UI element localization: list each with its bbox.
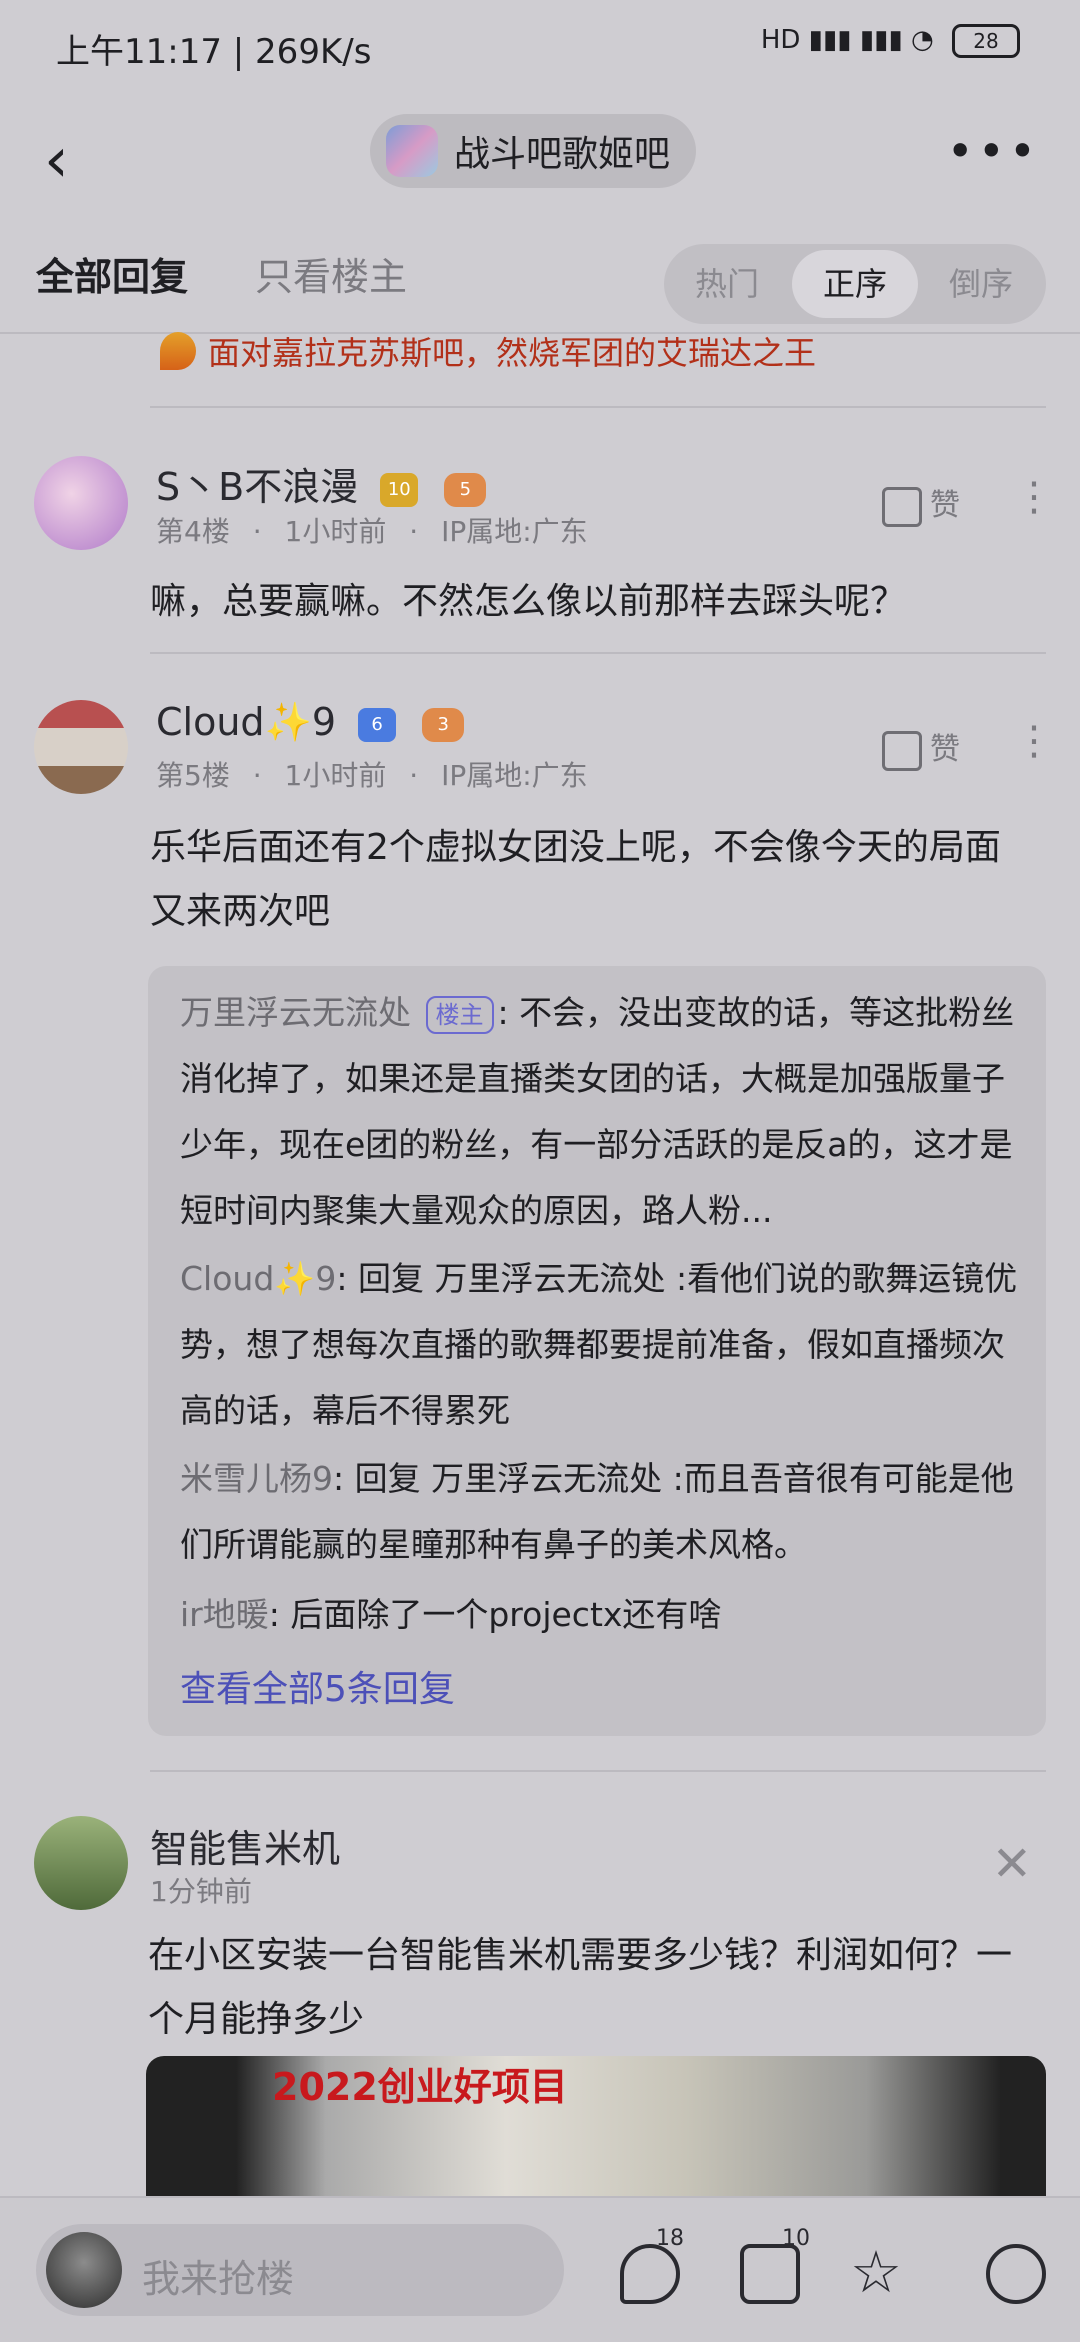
thumbs-up-icon <box>882 730 922 771</box>
time-label: 1小时前 <box>284 759 387 792</box>
share-icon[interactable] <box>986 2244 1046 2304</box>
game-badge: 5 <box>444 472 487 507</box>
post-content: 乐华后面还有2个虚拟女团没上呢，不会像今天的局面又来两次吧 <box>150 827 1001 932</box>
like-count: 10 <box>782 2226 810 2251</box>
back-icon[interactable]: ‹ <box>44 120 104 200</box>
divider <box>150 652 1046 654</box>
status-time: 上午11:17 | 269K/s <box>56 32 372 72</box>
like-button[interactable]: 赞 <box>882 724 960 771</box>
fire-icon <box>160 332 196 370</box>
username-text: S丶B不浪漫 <box>156 465 359 509</box>
ad-username[interactable]: 智能售米机 <box>150 1818 340 1873</box>
ad-content[interactable]: 在小区安装一台智能售米机需要多少钱？利润如何？一个月能挣多少 <box>148 1924 1038 2052</box>
ad-time: 1分钟前 <box>150 1875 252 1908</box>
post-meta: 第4楼 · 1小时前 · IP属地:广东 <box>156 515 588 548</box>
time-label: 1小时前 <box>284 515 387 548</box>
like-label: 赞 <box>930 488 960 523</box>
level-badge: 10 <box>380 472 419 507</box>
reply-author[interactable]: Cloud✨9 <box>180 1259 336 1298</box>
reply-author[interactable]: 万里浮云无流处 <box>180 993 411 1032</box>
username-text: Cloud✨9 <box>156 700 337 744</box>
avatar[interactable] <box>34 1816 128 1910</box>
comment-count: 18 <box>656 2226 684 2251</box>
post-meta: 第5楼 · 1小时前 · IP属地:广东 <box>156 759 588 792</box>
avatar[interactable] <box>34 456 128 550</box>
battery-icon: 28 <box>952 24 1020 58</box>
ad-line-text[interactable]: 面对嘉拉克苏斯吧，然烧军团的艾瑞达之王 <box>208 328 816 374</box>
reply-item[interactable]: 米雪儿杨9: 回复 万里浮云无流处 :而且吾音很有可能是他们所谓能赢的星瞳那种有… <box>180 1446 1020 1578</box>
thumbs-up-icon[interactable] <box>740 2244 800 2304</box>
post-menu-icon[interactable]: ⋮ <box>1014 718 1054 764</box>
level-badge: 6 <box>358 707 397 742</box>
post-username[interactable]: Cloud✨9 6 3 <box>156 700 465 745</box>
reply-item[interactable]: Cloud✨9: 回复 万里浮云无流处 :看他们说的歌舞运镜优势，想了想每次直播… <box>180 1246 1020 1444</box>
view-all-replies-link[interactable]: 查看全部5条回复 <box>180 1660 455 1712</box>
forum-name: 战斗吧歌姬吧 <box>454 134 671 175</box>
forum-avatar <box>386 125 438 177</box>
reply-item[interactable]: ir地暖: 后面除了一个projectx还有啥 <box>180 1582 1020 1648</box>
tab-owner-only[interactable]: 只看楼主 <box>255 246 407 301</box>
top-nav: ‹ 战斗吧歌姬吧 ••• <box>0 96 1080 226</box>
avatar[interactable] <box>34 700 128 794</box>
owner-tag: 楼主 <box>425 995 494 1034</box>
tab-all-replies[interactable]: 全部回复 <box>36 246 188 301</box>
comment-icon[interactable] <box>620 2244 680 2304</box>
star-icon[interactable]: ☆ <box>850 2238 902 2306</box>
forum-pill[interactable]: 战斗吧歌姬吧 <box>370 114 697 188</box>
ip-label: IP属地:广东 <box>441 759 588 792</box>
like-button[interactable]: 赞 <box>882 480 960 527</box>
reply-author[interactable]: ir地暖 <box>180 1595 269 1634</box>
divider <box>150 406 1046 408</box>
sort-switch: 热门 正序 倒序 <box>664 244 1046 324</box>
reply-item[interactable]: 万里浮云无流处 楼主: 不会，没出变故的话，等这批粉丝消化掉了，如果还是直播类女… <box>180 980 1020 1244</box>
reply-placeholder: 我来抢楼 <box>142 2257 295 2301</box>
ip-label: IP属地:广东 <box>441 515 588 548</box>
post-content: 嘛，总要赢嘛。不然怎么像以前那样去踩头呢？ <box>150 581 907 622</box>
game-badge: 3 <box>422 707 465 742</box>
status-bar: 上午11:17 | 269K/s HD ▮▮▮ ▮▮▮ ◔ 28 <box>0 0 1080 96</box>
reply-input[interactable]: 我来抢楼 <box>36 2224 564 2316</box>
like-label: 赞 <box>930 732 960 767</box>
reply-thread: 万里浮云无流处 楼主: 不会，没出变故的话，等这批粉丝消化掉了，如果还是直播类女… <box>148 966 1046 1736</box>
floor-label: 第4楼 <box>156 515 230 548</box>
signal-icon: HD <box>760 25 801 55</box>
post-menu-icon[interactable]: ⋮ <box>1014 474 1054 520</box>
sort-asc[interactable]: 正序 <box>792 250 918 318</box>
sort-hot[interactable]: 热门 <box>664 244 790 324</box>
more-icon[interactable]: ••• <box>947 124 1040 178</box>
reply-author[interactable]: 米雪儿杨9 <box>180 1459 333 1498</box>
reply-tabs: 全部回复 只看楼主 热门 正序 倒序 <box>0 226 1080 334</box>
post-username[interactable]: S丶B不浪漫 10 5 <box>156 456 487 511</box>
sort-desc[interactable]: 倒序 <box>918 244 1044 324</box>
reply-text: : 后面除了一个projectx还有啥 <box>268 1595 722 1634</box>
floor-label: 第5楼 <box>156 759 230 792</box>
bottom-bar: 我来抢楼 18 10 ☆ <box>0 2196 1080 2342</box>
divider <box>150 1770 1046 1772</box>
status-icons: HD ▮▮▮ ▮▮▮ ◔ 28 <box>761 24 1020 58</box>
close-icon[interactable]: ✕ <box>992 1836 1032 1892</box>
my-avatar <box>46 2232 122 2308</box>
ad-image-caption: 2022创业好项目 <box>272 2065 568 2109</box>
thumbs-up-icon <box>882 486 922 527</box>
